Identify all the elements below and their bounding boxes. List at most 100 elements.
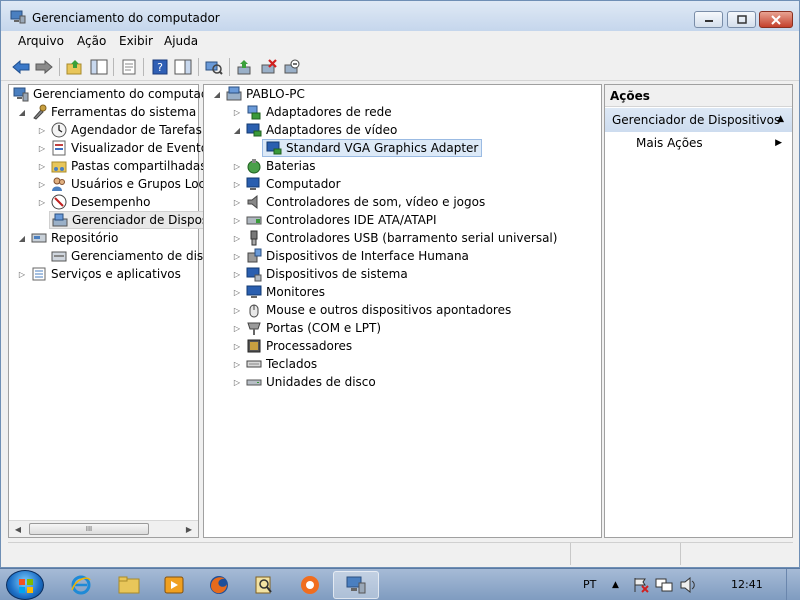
tree-item-device-manager[interactable]: Gerenciador de Disposit <box>49 211 220 229</box>
collapsed-arrow-icon[interactable]: ▷ <box>17 269 27 279</box>
device-category[interactable]: ▷ Computador <box>232 175 341 193</box>
tree-item-local-users-groups[interactable]: ▷ Usuários e Grupos Loca <box>37 175 213 193</box>
maximize-button[interactable] <box>727 11 756 28</box>
taskbar-internet-explorer[interactable] <box>58 571 104 599</box>
menu-ajuda[interactable]: Ajuda <box>164 34 198 48</box>
collapsed-arrow-icon[interactable]: ▷ <box>232 233 242 243</box>
forward-button[interactable] <box>34 57 54 77</box>
collapsed-arrow-icon[interactable]: ▷ <box>232 215 242 225</box>
volume-icon[interactable] <box>680 576 698 596</box>
system-clock[interactable]: 12:41 <box>731 578 763 591</box>
collapsed-arrow-icon[interactable]: ▷ <box>232 251 242 261</box>
collapsed-arrow-icon[interactable]: ▷ <box>232 287 242 297</box>
actions-group-device-manager[interactable]: Gerenciador de Dispositivos ▲ <box>605 108 792 132</box>
close-button[interactable] <box>759 11 793 28</box>
collapsed-arrow-icon[interactable]: ▷ <box>232 323 242 333</box>
tree-item-event-viewer[interactable]: ▷ Visualizador de Eventos <box>37 139 214 157</box>
tree-item-storage[interactable]: ◢ Repositório <box>17 229 118 247</box>
tree-item-system-tools[interactable]: ◢ Ferramentas do sistema <box>17 103 196 121</box>
expanded-arrow-icon[interactable]: ◢ <box>17 233 27 243</box>
device-category[interactable]: ◢ Adaptadores de vídeo <box>232 121 397 139</box>
taskbar-search-app[interactable] <box>241 571 287 599</box>
device-category[interactable]: ▷ Monitores <box>232 283 325 301</box>
taskbar-media-player[interactable] <box>151 571 197 599</box>
collapsed-arrow-icon[interactable]: ▷ <box>232 179 242 189</box>
update-driver-button[interactable] <box>235 57 255 77</box>
device-category[interactable]: ▷ Unidades de disco <box>232 373 376 391</box>
device-tree-pane[interactable]: ◢ PABLO-PC ▷ Adaptadores de rede ◢ Adapt… <box>203 84 602 538</box>
up-folder-button[interactable] <box>65 57 85 77</box>
device-category[interactable]: ▷ Controladores USB (barramento serial u… <box>232 229 557 247</box>
device-category[interactable]: ▷ Portas (COM e LPT) <box>232 319 381 337</box>
port-icon <box>246 320 262 336</box>
tree-item-computer-management[interactable]: Gerenciamento do computado <box>13 85 216 103</box>
expanded-arrow-icon[interactable]: ◢ <box>212 89 222 99</box>
show-desktop-button[interactable] <box>786 569 800 600</box>
device-category[interactable]: ▷ Adaptadores de rede <box>232 103 392 121</box>
device-category[interactable]: ▷ Dispositivos de Interface Humana <box>232 247 469 265</box>
collapsed-arrow-icon[interactable]: ▷ <box>232 197 242 207</box>
tree-item-shared-folders[interactable]: ▷ Pastas compartilhadas <box>37 157 207 175</box>
toolbar-separator <box>143 58 144 76</box>
show-hide-action-pane-button[interactable] <box>173 57 193 77</box>
device-category[interactable]: ▷ Processadores <box>232 337 352 355</box>
scan-hardware-icon <box>205 61 223 75</box>
horizontal-scrollbar[interactable]: ◀ III ▶ <box>9 520 198 537</box>
show-hide-tree-button[interactable] <box>89 57 109 77</box>
back-button[interactable] <box>11 57 31 77</box>
taskbar-avast[interactable] <box>287 571 333 599</box>
help-button[interactable]: ? <box>150 57 170 77</box>
collapsed-arrow-icon[interactable]: ▷ <box>37 179 47 189</box>
taskbar-computer-management[interactable] <box>333 571 379 599</box>
network-icon[interactable] <box>655 577 673 596</box>
device-category[interactable]: ▷ Controladores IDE ATA/ATAPI <box>232 211 437 229</box>
collapsed-arrow-icon[interactable]: ▷ <box>37 143 47 153</box>
device-category[interactable]: ▷ Mouse e outros dispositivos apontadore… <box>232 301 511 319</box>
expanded-arrow-icon[interactable]: ◢ <box>232 125 242 135</box>
collapsed-arrow-icon[interactable]: ▷ <box>232 377 242 387</box>
collapse-up-icon[interactable]: ▲ <box>777 114 784 124</box>
expanded-arrow-icon[interactable]: ◢ <box>17 107 27 117</box>
language-indicator[interactable]: PT <box>583 578 596 591</box>
monitor-icon <box>246 284 262 300</box>
more-actions-item[interactable]: Mais Ações <box>636 136 703 150</box>
taskbar-explorer[interactable] <box>106 571 152 599</box>
scroll-right-button[interactable]: ▶ <box>182 522 196 536</box>
taskbar-firefox[interactable] <box>196 571 242 599</box>
minimize-button[interactable] <box>694 11 723 28</box>
device-category[interactable]: ▷ Controladores de som, vídeo e jogos <box>232 193 485 211</box>
menu-arquivo[interactable]: Arquivo <box>18 34 64 48</box>
collapsed-arrow-icon[interactable]: ▷ <box>37 197 47 207</box>
device-category[interactable]: ▷ Teclados <box>232 355 317 373</box>
console-tree-pane[interactable]: Gerenciamento do computado ◢ Ferramentas… <box>8 84 220 538</box>
collapsed-arrow-icon[interactable]: ▷ <box>37 125 47 135</box>
action-center-icon[interactable] <box>633 577 649 596</box>
actions-pane: Ações Gerenciador de Dispositivos ▲ Mais… <box>604 84 793 538</box>
tree-item-disk-management[interactable]: Gerenciamento de disco <box>51 247 217 265</box>
collapsed-arrow-icon[interactable]: ▷ <box>232 305 242 315</box>
collapsed-arrow-icon[interactable]: ▷ <box>232 107 242 117</box>
tree-item-task-scheduler[interactable]: ▷ Agendador de Tarefas <box>37 121 202 139</box>
title-bar[interactable]: Gerenciamento do computador <box>1 1 799 31</box>
collapsed-arrow-icon[interactable]: ▷ <box>232 161 242 171</box>
device-category[interactable]: ▷ Baterias <box>232 157 316 175</box>
disable-device-button[interactable] <box>282 57 302 77</box>
device-root-pc[interactable]: ◢ PABLO-PC <box>212 85 305 103</box>
menu-acao[interactable]: Ação <box>77 34 106 48</box>
tree-item-services-applications[interactable]: ▷ Serviços e aplicativos <box>17 265 181 283</box>
device-category[interactable]: ▷ Dispositivos de sistema <box>232 265 408 283</box>
start-button[interactable] <box>6 570 44 600</box>
scroll-left-button[interactable]: ◀ <box>11 522 25 536</box>
device-item-standard-vga[interactable]: Standard VGA Graphics Adapter <box>262 139 483 157</box>
properties-button[interactable] <box>119 57 139 77</box>
collapsed-arrow-icon[interactable]: ▷ <box>232 359 242 369</box>
uninstall-device-button[interactable] <box>259 57 279 77</box>
tree-item-performance[interactable]: ▷ Desempenho <box>37 193 151 211</box>
scan-hardware-button[interactable] <box>204 57 224 77</box>
collapsed-arrow-icon[interactable]: ▷ <box>232 341 242 351</box>
scrollbar-thumb[interactable]: III <box>29 523 149 535</box>
show-hidden-icons-button[interactable]: ▲ <box>612 580 619 590</box>
collapsed-arrow-icon[interactable]: ▷ <box>37 161 47 171</box>
collapsed-arrow-icon[interactable]: ▷ <box>232 269 242 279</box>
menu-exibir[interactable]: Exibir <box>119 34 153 48</box>
